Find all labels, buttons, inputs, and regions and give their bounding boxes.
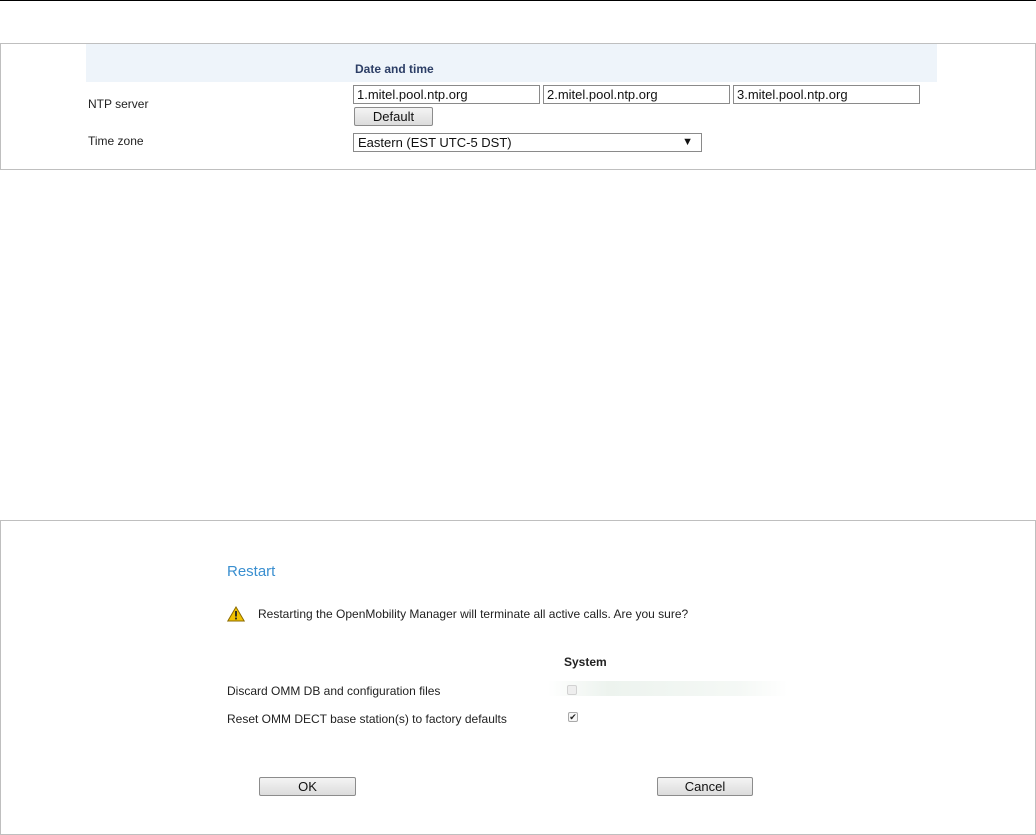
reset-dect-label: Reset OMM DECT base station(s) to factor… [227, 712, 507, 726]
discard-db-label: Discard OMM DB and configuration files [227, 684, 441, 698]
time-zone-select[interactable]: Eastern (EST UTC-5 DST) ▼ [353, 133, 702, 152]
reset-dect-checkbox[interactable]: ✔ [568, 712, 578, 722]
ntp-server-1-input[interactable] [353, 85, 540, 104]
restart-warning-text: Restarting the OpenMobility Manager will… [258, 607, 689, 621]
time-zone-label: Time zone [88, 134, 144, 148]
cancel-button[interactable]: Cancel [657, 777, 753, 796]
restart-panel [0, 520, 1036, 835]
checkmark-icon: ✔ [569, 712, 577, 722]
restart-title: Restart [227, 563, 276, 580]
ntp-server-2-input[interactable] [543, 85, 730, 104]
discard-db-checkbox[interactable] [567, 685, 577, 695]
date-time-heading: Date and time [355, 62, 434, 76]
ntp-row-background [86, 44, 937, 82]
time-zone-value: Eastern (EST UTC-5 DST) [358, 135, 512, 150]
top-rule [0, 0, 1036, 1]
default-ntp-button[interactable]: Default [354, 107, 433, 126]
ntp-server-3-input[interactable] [733, 85, 920, 104]
system-column-header: System [564, 655, 607, 669]
chevron-down-icon: ▼ [682, 136, 693, 148]
ntp-server-label: NTP server [88, 97, 149, 111]
row-highlight [548, 681, 788, 696]
warning-icon [227, 606, 245, 622]
ok-button[interactable]: OK [259, 777, 356, 796]
